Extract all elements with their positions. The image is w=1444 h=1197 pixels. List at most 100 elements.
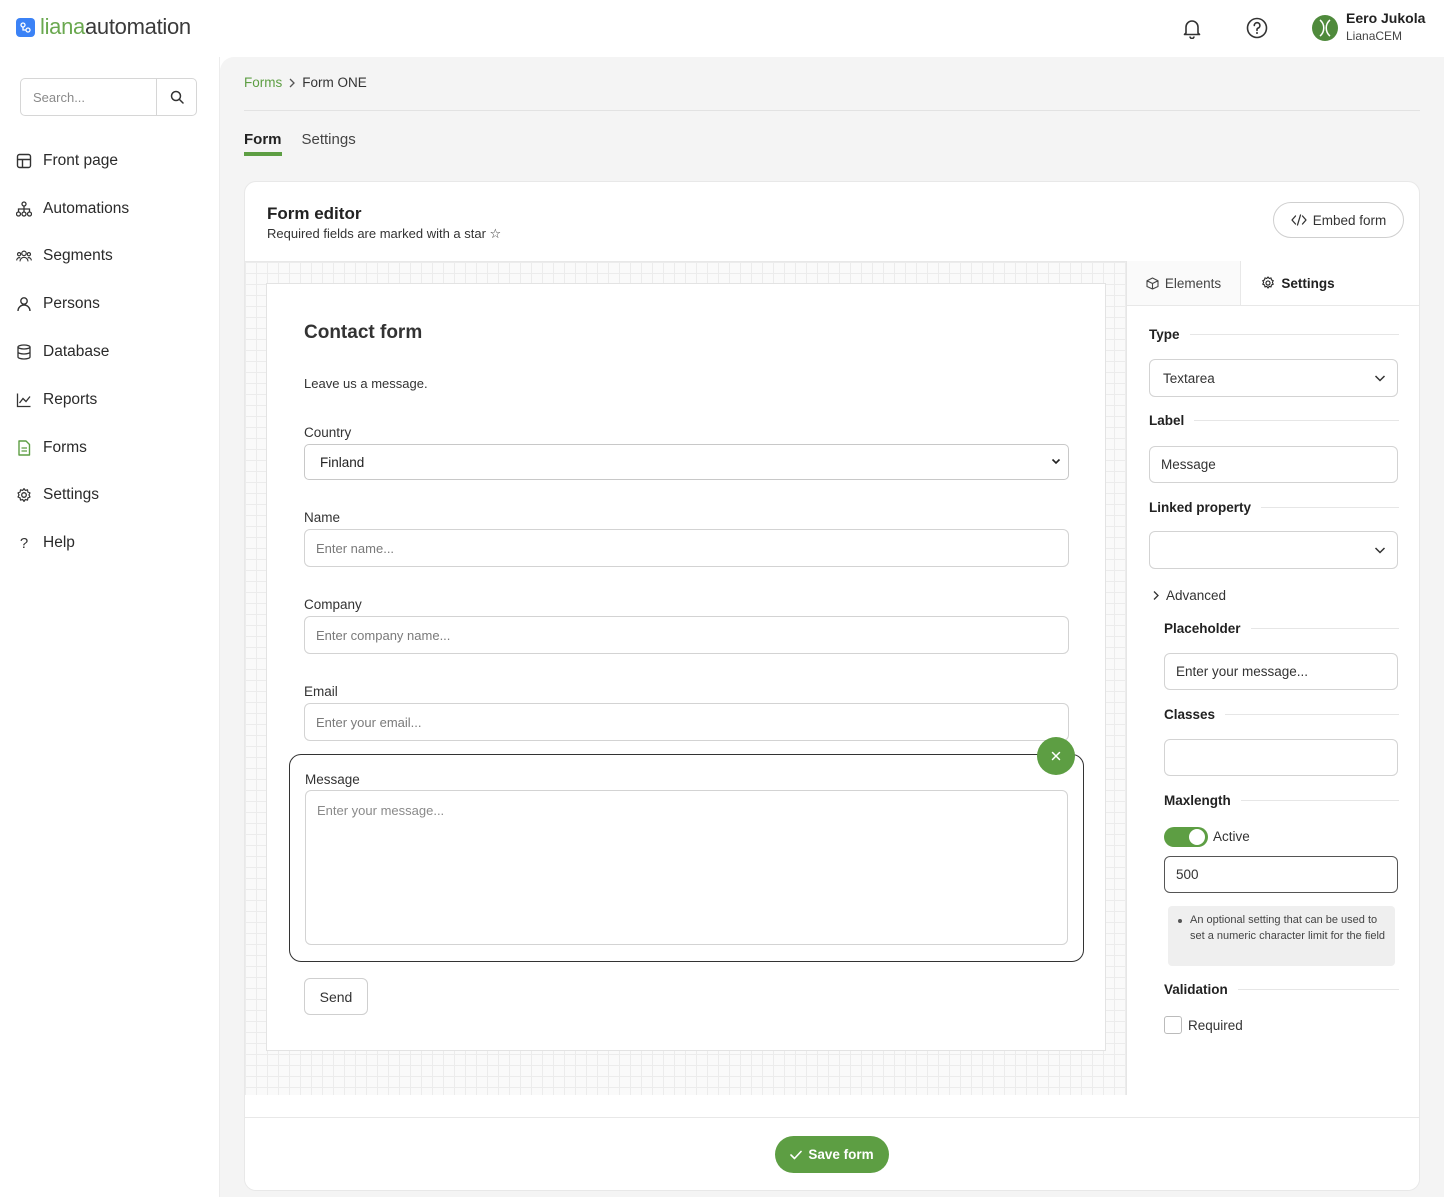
chart-line-icon [16,392,32,408]
validation-label: Validation [1164,982,1228,997]
sidebar-item-label: Settings [43,486,100,504]
type-label: Type [1149,327,1180,342]
form-canvas: Contact form Leave us a message. Country… [245,261,1126,1095]
chevron-right-icon [1153,591,1159,600]
page-tabs: Form Settings [244,131,356,156]
send-button[interactable]: Send [304,978,368,1015]
chevron-down-icon [1374,375,1386,382]
sidebar-item-persons[interactable]: Persons [0,280,220,328]
users-group-icon [16,248,32,264]
toggle-knob [1189,829,1205,845]
type-select[interactable]: Textarea [1149,359,1398,397]
linked-property-select[interactable] [1149,531,1398,569]
cube-icon [1146,276,1159,290]
email-label: Email [304,684,338,699]
element-settings-panel: Elements Settings Type Textarea Label Li… [1126,261,1419,1095]
form-heading: Contact form [304,322,423,343]
placeholder-field[interactable] [1164,653,1398,690]
embed-form-label: Embed form [1312,212,1387,228]
tab-form[interactable]: Form [244,131,282,156]
validation-section: Validation [1164,982,1399,997]
page-subtitle: Required fields are marked with a star ☆ [267,226,502,241]
chevron-down-icon [1051,458,1061,465]
maxlength-hint-text: An optional setting that can be used to … [1190,914,1386,942]
user-organization: LianaCEM [1346,29,1403,43]
classes-field[interactable] [1164,739,1398,776]
breadcrumb-current: Form ONE [302,75,367,90]
logo-text: lianaautomation [40,14,191,39]
card-footer: Save form [245,1117,1419,1190]
tab-panel-settings[interactable]: Settings [1241,261,1355,305]
search-icon [170,90,184,104]
tab-elements[interactable]: Elements [1127,261,1241,305]
maxlength-field[interactable] [1164,856,1398,893]
page-title: Form editor [267,204,362,223]
country-label: Country [304,425,352,440]
label-label: Label [1149,413,1185,428]
email-field[interactable] [304,703,1069,741]
document-icon [16,439,32,456]
sidebar-item-database[interactable]: Database [0,328,220,376]
required-label: Required [1188,1018,1243,1033]
sidebar-item-label: Reports [43,390,98,408]
help-circle-icon[interactable] [1243,14,1271,42]
bell-icon[interactable] [1178,14,1206,42]
search-button[interactable] [156,79,196,115]
app-logo[interactable]: lianaautomation [16,16,191,38]
maxlength-section: Maxlength [1164,793,1399,808]
maxlength-hint: An optional setting that can be used to … [1168,906,1395,966]
logo-mark-icon [16,17,35,37]
company-field[interactable] [304,616,1069,654]
gear-icon [16,487,32,503]
user-menu[interactable]: Eero Jukola LianaCEM [1312,10,1425,46]
sidebar-search [20,78,197,116]
maxlength-toggle[interactable] [1164,827,1208,847]
chevron-right-icon [289,78,296,87]
user-name: Eero Jukola [1346,10,1426,26]
sidebar-item-segments[interactable]: Segments [0,233,220,281]
sidebar-item-settings[interactable]: Settings [0,472,220,520]
sidebar-item-reports[interactable]: Reports [0,376,220,424]
panel-tabs: Elements Settings [1127,261,1419,306]
sidebar-item-forms[interactable]: Forms [0,424,220,472]
classes-section: Classes [1164,707,1399,722]
linked-property-label: Linked property [1149,500,1252,515]
database-icon [16,344,32,360]
code-icon [1291,214,1307,226]
linked-property-section: Linked property [1149,500,1399,515]
embed-form-button[interactable]: Embed form [1273,202,1404,238]
person-icon [16,296,32,312]
top-bar: lianaautomation Eero Jukola LianaCEM [0,0,1444,57]
sidebar-item-front-page[interactable]: Front page [0,137,220,185]
label-section: Label [1149,413,1399,428]
advanced-toggle[interactable]: Advanced [1152,588,1226,603]
tab-settings[interactable]: Settings [302,131,356,156]
save-form-label: Save form [808,1147,874,1162]
sidebar-item-label: Help [43,534,75,552]
type-section: Type [1149,327,1399,342]
breadcrumb-forms-link[interactable]: Forms [244,75,282,90]
label-field[interactable] [1149,446,1398,483]
breadcrumb: Forms Form ONE [244,75,367,90]
message-textarea[interactable] [305,790,1068,945]
placeholder-label: Placeholder [1164,621,1241,636]
name-field[interactable] [304,529,1069,567]
chevron-down-icon [1374,547,1386,554]
sidebar-item-help[interactable]: ? Help [0,519,220,567]
close-icon [1051,751,1061,761]
sidebar-item-automations[interactable]: Automations [0,185,220,233]
required-checkbox[interactable] [1164,1016,1182,1034]
save-form-button[interactable]: Save form [775,1136,889,1173]
country-select[interactable]: Finland [304,444,1069,480]
company-label: Company [304,597,362,612]
sidebar-item-label: Forms [43,438,87,456]
name-label: Name [304,510,341,525]
form-editor-card: Form editor Required fields are marked w… [244,181,1420,1191]
form-description: Leave us a message. [304,376,428,391]
selected-message-element[interactable]: Message [289,754,1084,962]
search-input[interactable] [21,79,156,115]
question-icon: ? [19,534,29,552]
remove-element-button[interactable] [1037,737,1075,775]
country-value: Finland [320,454,365,470]
classes-label: Classes [1164,707,1216,722]
